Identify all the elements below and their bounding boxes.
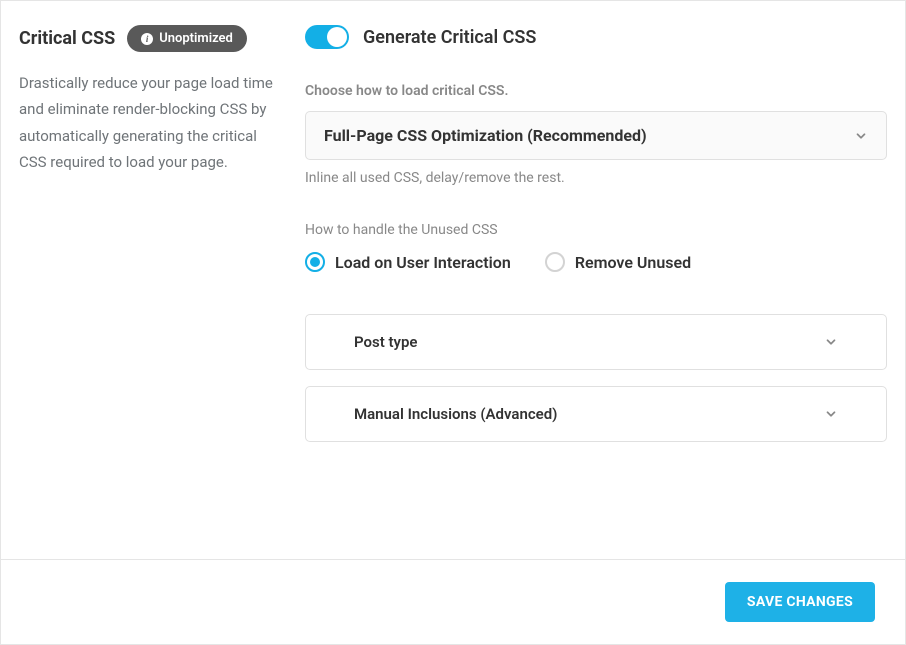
select-value: Full-Page CSS Optimization (Recommended) bbox=[324, 126, 647, 145]
accordion-manual-inclusions[interactable]: Manual Inclusions (Advanced) bbox=[305, 386, 887, 442]
radio-icon bbox=[545, 252, 565, 272]
radio-label: Remove Unused bbox=[575, 253, 691, 272]
radio-load-interaction[interactable]: Load on User Interaction bbox=[305, 252, 511, 272]
section-title: Critical CSS bbox=[19, 28, 115, 49]
left-column: Critical CSS i Unoptimized Drastically r… bbox=[19, 25, 299, 551]
status-badge: i Unoptimized bbox=[127, 25, 247, 52]
select-helper-text: Inline all used CSS, delay/remove the re… bbox=[305, 170, 887, 186]
toggle-row: Generate Critical CSS bbox=[305, 25, 887, 49]
badge-label: Unoptimized bbox=[159, 31, 233, 46]
accordion-label: Post type bbox=[354, 333, 418, 351]
accordion-label: Manual Inclusions (Advanced) bbox=[354, 405, 557, 423]
radio-icon bbox=[305, 252, 325, 272]
title-row: Critical CSS i Unoptimized bbox=[19, 25, 283, 52]
chevron-down-icon bbox=[824, 335, 838, 349]
generate-toggle[interactable] bbox=[305, 25, 349, 49]
right-column: Generate Critical CSS Choose how to load… bbox=[299, 25, 887, 551]
main-content: Critical CSS i Unoptimized Drastically r… bbox=[1, 1, 905, 559]
load-method-select[interactable]: Full-Page CSS Optimization (Recommended) bbox=[305, 111, 887, 160]
section-description: Drastically reduce your page load time a… bbox=[19, 70, 283, 175]
unused-radio-group: Load on User Interaction Remove Unused bbox=[305, 252, 887, 272]
chevron-down-icon bbox=[854, 129, 868, 143]
radio-remove-unused[interactable]: Remove Unused bbox=[545, 252, 691, 272]
unused-css-label: How to handle the Unused CSS bbox=[305, 222, 887, 238]
radio-label: Load on User Interaction bbox=[335, 253, 511, 272]
save-button[interactable]: SAVE CHANGES bbox=[725, 582, 875, 622]
choose-load-label: Choose how to load critical CSS. bbox=[305, 83, 887, 99]
info-icon: i bbox=[141, 33, 153, 45]
toggle-knob bbox=[327, 27, 347, 47]
chevron-down-icon bbox=[824, 407, 838, 421]
toggle-label: Generate Critical CSS bbox=[363, 27, 536, 48]
footer: SAVE CHANGES bbox=[1, 559, 905, 644]
accordion-post-type[interactable]: Post type bbox=[305, 314, 887, 370]
